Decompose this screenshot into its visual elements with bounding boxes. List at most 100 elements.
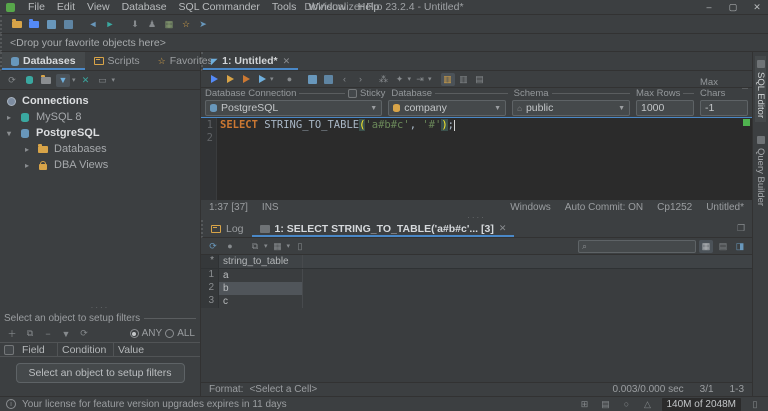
grid-row-1[interactable]: 1 a [201,269,752,282]
column-header-string-to-table[interactable]: string_to_table [219,255,303,268]
execute-buffer-icon[interactable] [239,73,253,86]
filter-dropdown-icon[interactable]: ▾ [72,76,76,84]
goto-dropdown-icon[interactable]: ▾ [428,75,432,83]
view-mode-icon[interactable]: ▦ [271,240,285,253]
setup-filters-button[interactable]: Select an object to setup filters [16,363,185,383]
vtab-query-builder[interactable]: Query Builder [755,132,766,210]
connection-select[interactable]: PostgreSQL ▼ [205,100,382,116]
tab-log[interactable]: Log [203,220,252,237]
detach-panel-icon[interactable]: ❐ [734,222,748,235]
window-mode-icon[interactable]: ▭ [96,74,110,87]
apply-filter-icon[interactable]: ▼ [59,327,73,340]
close-result-tab-icon[interactable]: ✕ [499,223,507,234]
connect-icon[interactable] [22,74,36,87]
row-number-cell[interactable]: 2 [201,282,219,295]
menu-view[interactable]: View [81,1,116,13]
close-button[interactable]: ✕ [746,0,768,14]
copy-filter-icon[interactable]: ⧉ [23,327,37,340]
grid-filter-input[interactable] [590,241,692,252]
menu-edit[interactable]: Edit [51,1,81,13]
minimize-button[interactable]: – [698,0,720,14]
tree-node-connections[interactable]: Connections [0,93,200,109]
text-view-icon[interactable]: ▤ [716,240,730,253]
menu-database[interactable]: Database [116,1,173,13]
execute-dropdown-icon[interactable]: ▾ [270,75,274,83]
tree-node-dba-views[interactable]: ▸ DBA Views [0,157,200,173]
execute-icon[interactable] [207,73,221,86]
visual-explain-icon[interactable]: ⁂ [377,73,391,86]
rollback-icon[interactable]: ▥ [457,73,471,86]
window-dropdown-icon[interactable]: ▾ [112,76,116,84]
goto-icon[interactable]: ⇥ [413,73,427,86]
row-number-cell[interactable]: 3 [201,295,219,308]
filter-select-all-checkbox[interactable] [4,345,14,355]
code-area[interactable]: SELECT STRING_TO_TABLE('a#b#c', '#'); [217,118,455,200]
explain-plan-icon[interactable] [255,73,269,86]
save-as-sql-icon[interactable] [322,73,336,86]
form-view-icon[interactable]: ◨ [733,240,747,253]
forward-icon[interactable]: ► [103,18,117,31]
add-filter-icon[interactable]: ＋ [5,327,19,340]
tab-scripts[interactable]: Scripts [85,52,149,70]
data-cell[interactable]: a [219,269,303,282]
log-status-icon[interactable]: ▤ [599,398,613,411]
max-rows-input[interactable] [636,100,694,116]
memory-indicator[interactable]: 140M of 2048M [662,398,742,411]
menu-help[interactable]: Help [352,1,386,13]
trash-icon[interactable]: ▯ [748,398,762,411]
line-ending-mode[interactable]: Windows [510,202,551,213]
commit-icon[interactable]: ▥ [441,73,455,86]
grid-icon[interactable]: ▦ [162,18,176,31]
remove-filter-icon[interactable]: − [41,327,55,340]
tree-node-postgresql[interactable]: ▾ PostgreSQL [0,125,200,141]
tree-node-mysql[interactable]: ▸ MySQL 8 [0,109,200,125]
all-radio[interactable] [165,329,174,338]
new-folder-icon[interactable] [39,74,53,87]
format-dropdown-icon[interactable]: ▾ [408,75,412,83]
left-splitter-handle[interactable]: ···· [0,303,200,311]
driver-manager-icon[interactable]: ♟ [145,18,159,31]
save-all-icon[interactable] [61,18,75,31]
max-chars-input[interactable] [700,100,748,116]
database-select[interactable]: company ▼ [388,100,506,116]
refresh-icon[interactable]: ⟳ [5,74,19,87]
export-icon[interactable]: ⬇ [128,18,142,31]
menu-window[interactable]: Window [302,1,351,13]
next-statement-icon[interactable]: › [354,73,368,86]
tab-databases[interactable]: Databases [2,52,85,70]
copy-dropdown-icon[interactable]: ▾ [264,242,268,250]
grid-status-icon[interactable]: ⊞ [578,398,592,411]
data-cell-selected[interactable]: b [219,282,303,295]
sql-editor[interactable]: 1 2 SELECT STRING_TO_TABLE('a#b#c', '#')… [201,117,752,200]
favorites-star-icon[interactable]: ☆ [179,18,193,31]
open-file-icon[interactable] [10,18,24,31]
tree-node-databases[interactable]: ▸ Databases [0,141,200,157]
expand-icon[interactable]: ▸ [22,161,32,170]
data-cell[interactable]: c [219,295,303,308]
row-number-cell[interactable]: 1 [201,269,219,282]
history-icon[interactable]: ▤ [473,73,487,86]
tab-untitled-sql[interactable]: ◤ 1: Untitled* ✕ [203,52,298,70]
view-dropdown-icon[interactable]: ▾ [287,242,291,250]
grid-row-2[interactable]: 2 b [201,282,752,295]
copy-cell-icon[interactable]: ⧉ [248,240,262,253]
any-radio[interactable] [130,329,139,338]
pin-status-icon[interactable]: ○ [620,398,634,411]
encoding-status[interactable]: Cp1252 [657,202,692,213]
save-icon[interactable] [44,18,58,31]
maximize-button[interactable]: ▢ [722,0,744,14]
tab-result-set[interactable]: 1: SELECT STRING_TO_TABLE('a#b#c'... [3]… [252,220,515,237]
grid-row-3[interactable]: 3 c [201,295,752,308]
close-tab-icon[interactable]: ✕ [283,56,291,67]
menu-tools[interactable]: Tools [266,1,303,13]
vtab-sql-editor[interactable]: SQL Editor [755,56,766,122]
prev-statement-icon[interactable]: ‹ [338,73,352,86]
back-icon[interactable]: ◄ [86,18,100,31]
delete-rows-icon[interactable]: ▯ [293,240,307,253]
grid-view-icon[interactable]: ▦ [699,240,713,253]
refresh-filter-icon[interactable]: ⟳ [77,327,91,340]
reload-result-icon[interactable]: ⟳ [206,240,220,253]
filter-icon[interactable]: ▼ [56,74,70,87]
alerts-status-icon[interactable]: △ [641,398,655,411]
save-sql-icon[interactable] [306,73,320,86]
